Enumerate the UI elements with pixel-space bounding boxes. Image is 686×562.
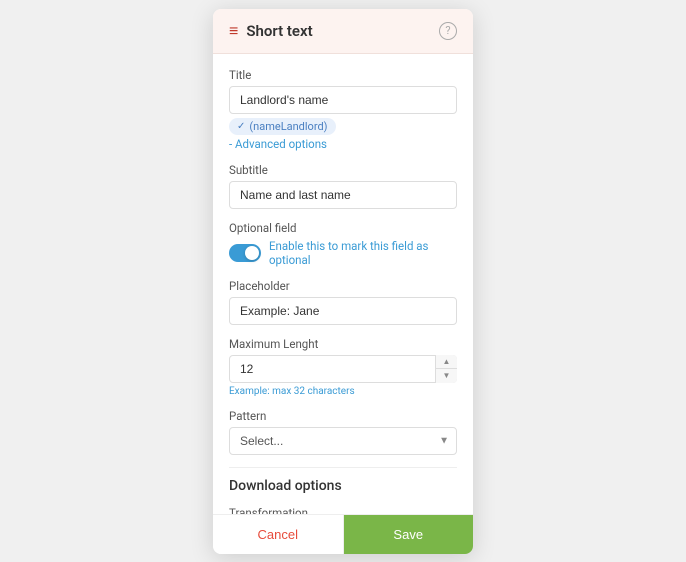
optional-group: Optional field Enable this to mark this … <box>229 221 457 267</box>
cancel-button[interactable]: Cancel <box>213 515 344 554</box>
tag-badge[interactable]: ✓ (nameLandlord) <box>229 118 336 135</box>
header-left: ≡ Short text <box>229 21 313 41</box>
increment-button[interactable]: ▲ <box>436 355 457 370</box>
max-length-input-wrapper: ▲ ▼ <box>229 355 457 383</box>
pattern-label: Pattern <box>229 409 457 423</box>
pattern-select[interactable]: Select... Numeric Alpha Alphanumeric <box>229 427 457 455</box>
max-length-group: Maximum Lenght ▲ ▼ Example: max 32 chara… <box>229 337 457 397</box>
toggle-knob <box>245 246 259 260</box>
help-icon[interactable]: ? <box>439 22 457 40</box>
download-options-title: Download options <box>229 478 457 494</box>
menu-icon: ≡ <box>229 21 238 41</box>
transformation-label: Transformation <box>229 506 457 514</box>
placeholder-group: Placeholder <box>229 279 457 325</box>
title-label: Title <box>229 68 457 82</box>
modal-dialog: ≡ Short text ? Title ✓ (nameLandlord) - … <box>213 9 473 554</box>
stepper-arrows: ▲ ▼ <box>435 355 457 383</box>
subtitle-input[interactable] <box>229 181 457 209</box>
optional-toggle[interactable] <box>229 244 261 262</box>
transformation-group: Transformation UPPERCASE LOWERCASE CAPIT… <box>229 506 457 514</box>
max-length-hint: Example: max 32 characters <box>229 386 457 397</box>
modal-body: Title ✓ (nameLandlord) - Advanced option… <box>213 54 473 514</box>
max-length-label: Maximum Lenght <box>229 337 457 351</box>
optional-toggle-text: Enable this to mark this field as option… <box>269 239 457 267</box>
title-group: Title ✓ (nameLandlord) - Advanced option… <box>229 68 457 151</box>
placeholder-input[interactable] <box>229 297 457 325</box>
subtitle-label: Subtitle <box>229 163 457 177</box>
title-input[interactable] <box>229 86 457 114</box>
advanced-options-link[interactable]: - Advanced options <box>229 137 457 151</box>
checkmark-icon: ✓ <box>237 121 245 132</box>
toggle-row: Enable this to mark this field as option… <box>229 239 457 267</box>
tag-label: (nameLandlord) <box>249 120 327 133</box>
decrement-button[interactable]: ▼ <box>436 369 457 383</box>
modal-header: ≡ Short text ? <box>213 9 473 54</box>
max-length-input[interactable] <box>229 355 457 383</box>
save-button[interactable]: Save <box>344 515 474 554</box>
optional-label: Optional field <box>229 221 457 235</box>
placeholder-label: Placeholder <box>229 279 457 293</box>
section-divider <box>229 467 457 468</box>
modal-title: Short text <box>246 22 312 40</box>
modal-footer: Cancel Save <box>213 514 473 554</box>
pattern-group: Pattern Select... Numeric Alpha Alphanum… <box>229 409 457 455</box>
pattern-select-wrapper: Select... Numeric Alpha Alphanumeric ▼ <box>229 427 457 455</box>
subtitle-group: Subtitle <box>229 163 457 209</box>
